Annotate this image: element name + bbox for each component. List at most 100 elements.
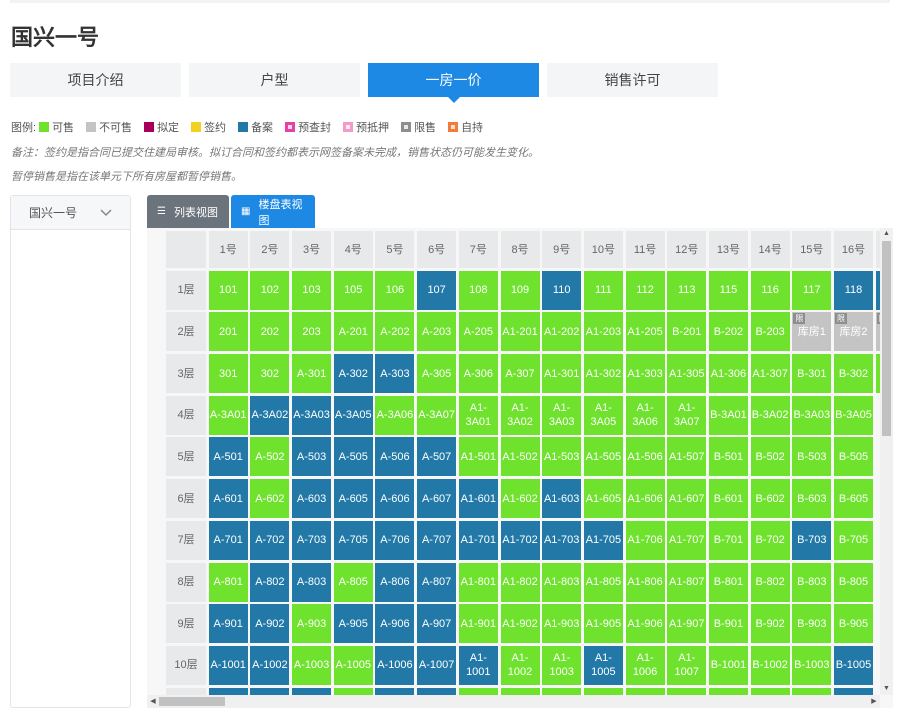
unit-cell[interactable]: A-805 — [333, 562, 373, 602]
unit-cell[interactable]: A1-705 — [583, 520, 623, 560]
unit-cell[interactable]: B-703 — [792, 520, 832, 560]
unit-cell[interactable]: 103 — [292, 270, 332, 310]
unit-cell[interactable]: A-803 — [292, 562, 332, 602]
unit-cell[interactable]: A1-601 — [458, 479, 498, 519]
unit-cell[interactable]: A-503 — [292, 437, 332, 477]
unit-cell[interactable]: B-203 — [750, 312, 790, 352]
unit-cell[interactable] — [583, 687, 623, 695]
unit-cell[interactable]: B-901 — [708, 604, 748, 644]
unit-cell[interactable]: A1-3A01 — [458, 395, 498, 435]
unit-cell[interactable]: A1-605 — [583, 479, 623, 519]
unit-cell[interactable]: A-3A07 — [417, 395, 457, 435]
unit-cell[interactable]: A-302 — [333, 354, 373, 394]
unit-cell[interactable] — [834, 687, 873, 695]
unit-cell[interactable] — [792, 687, 832, 695]
unit-cell[interactable]: A1-303 — [625, 354, 665, 394]
grid-view-tab[interactable]: ▦ 楼盘表视图 — [231, 195, 315, 228]
unit-cell[interactable]: A-903 — [292, 604, 332, 644]
unit-cell[interactable]: A-3A02 — [250, 395, 290, 435]
unit-cell[interactable]: 202 — [250, 312, 290, 352]
unit-cell[interactable]: A1-3A07 — [667, 395, 707, 435]
unit-cell[interactable]: A-303 — [375, 354, 415, 394]
unit-cell[interactable]: A-701 — [208, 520, 248, 560]
unit-cell[interactable]: A1-1003 — [542, 645, 582, 685]
unit-cell[interactable]: A-1006 — [375, 645, 415, 685]
unit-cell[interactable]: A-603 — [292, 479, 332, 519]
unit-cell[interactable]: A1-306 — [708, 354, 748, 394]
unit-cell[interactable]: A1-305 — [667, 354, 707, 394]
unit-cell[interactable]: B-1003 — [792, 645, 832, 685]
unit-cell[interactable]: B-602 — [750, 479, 790, 519]
unit-cell[interactable]: A-905 — [333, 604, 373, 644]
unit-cell[interactable] — [292, 687, 332, 695]
unit-cell[interactable]: B-702 — [750, 520, 790, 560]
unit-cell[interactable]: A-3A06 — [375, 395, 415, 435]
horizontal-scroll-thumb[interactable] — [159, 697, 225, 706]
list-view-tab[interactable]: ☰ 列表视图 — [147, 195, 229, 228]
unit-cell[interactable]: A-306 — [458, 354, 498, 394]
unit-cell[interactable]: A1-702 — [500, 520, 540, 560]
unit-cell[interactable]: 116 — [750, 270, 790, 310]
unit-cell[interactable]: A1-307 — [750, 354, 790, 394]
tab-sales-permit[interactable]: 销售许可 — [547, 63, 718, 97]
unit-cell[interactable]: 115 — [708, 270, 748, 310]
unit-cell[interactable]: A1-607 — [667, 479, 707, 519]
unit-cell[interactable] — [625, 687, 665, 695]
unit-cell[interactable]: 限库房2 — [834, 312, 873, 352]
unit-cell[interactable] — [333, 687, 373, 695]
unit-cell[interactable]: B-503 — [792, 437, 832, 477]
scroll-up-icon[interactable]: ▲ — [880, 228, 893, 240]
unit-cell[interactable]: A-807 — [417, 562, 457, 602]
unit-cell[interactable]: B-803 — [792, 562, 832, 602]
unit-cell[interactable] — [458, 687, 498, 695]
unit-cell[interactable]: 101 — [208, 270, 248, 310]
unit-cell[interactable]: B-705 — [834, 520, 873, 560]
tab-project-intro[interactable]: 项目介绍 — [10, 63, 181, 97]
unit-cell[interactable]: A-201 — [333, 312, 373, 352]
unit-cell[interactable]: B-801 — [708, 562, 748, 602]
unit-cell[interactable]: B-505 — [834, 437, 873, 477]
unit-cell[interactable]: A1-905 — [583, 604, 623, 644]
unit-cell[interactable]: A1-602 — [500, 479, 540, 519]
unit-cell[interactable]: A-506 — [375, 437, 415, 477]
unit-cell[interactable]: A1-901 — [458, 604, 498, 644]
unit-cell[interactable]: A-1007 — [417, 645, 457, 685]
unit-cell[interactable]: A-205 — [458, 312, 498, 352]
unit-cell[interactable]: B-3A03 — [792, 395, 832, 435]
unit-cell[interactable]: A1-603 — [542, 479, 582, 519]
unit-cell[interactable] — [708, 687, 748, 695]
unit-cell[interactable]: A-505 — [333, 437, 373, 477]
unit-cell[interactable]: 109 — [500, 270, 540, 310]
unit-cell[interactable] — [208, 687, 248, 695]
unit-cell[interactable]: A-501 — [208, 437, 248, 477]
unit-cell[interactable]: A1-505 — [583, 437, 623, 477]
unit-cell[interactable]: A-507 — [417, 437, 457, 477]
unit-cell[interactable]: A-605 — [333, 479, 373, 519]
unit-cell[interactable]: 117 — [792, 270, 832, 310]
unit-cell[interactable]: A1-503 — [542, 437, 582, 477]
unit-cell[interactable]: B-1005 — [834, 645, 873, 685]
unit-cell[interactable]: 限库房1 — [792, 312, 832, 352]
unit-cell[interactable]: A-1002 — [250, 645, 290, 685]
unit-cell[interactable]: B-301 — [792, 354, 832, 394]
unit-cell[interactable]: B-302 — [834, 354, 873, 394]
unit-cell[interactable]: 102 — [250, 270, 290, 310]
unit-cell[interactable]: A1-805 — [583, 562, 623, 602]
unit-cell[interactable]: 302 — [250, 354, 290, 394]
unit-cell[interactable] — [250, 687, 290, 695]
unit-cell[interactable]: A1-201 — [500, 312, 540, 352]
unit-cell[interactable]: A-802 — [250, 562, 290, 602]
unit-cell[interactable]: A-702 — [250, 520, 290, 560]
unit-cell[interactable]: A-705 — [333, 520, 373, 560]
unit-cell[interactable]: B-802 — [750, 562, 790, 602]
unit-cell[interactable]: A1-606 — [625, 479, 665, 519]
unit-cell[interactable]: A1-1007 — [667, 645, 707, 685]
unit-cell[interactable] — [375, 687, 415, 695]
unit-cell[interactable]: A1-3A05 — [583, 395, 623, 435]
unit-cell[interactable]: A-3A05 — [333, 395, 373, 435]
unit-cell[interactable]: A-906 — [375, 604, 415, 644]
unit-cell[interactable]: 203 — [292, 312, 332, 352]
unit-cell[interactable]: A-502 — [250, 437, 290, 477]
unit-cell[interactable]: A1-203 — [583, 312, 623, 352]
vertical-scroll-thumb[interactable] — [882, 241, 891, 436]
